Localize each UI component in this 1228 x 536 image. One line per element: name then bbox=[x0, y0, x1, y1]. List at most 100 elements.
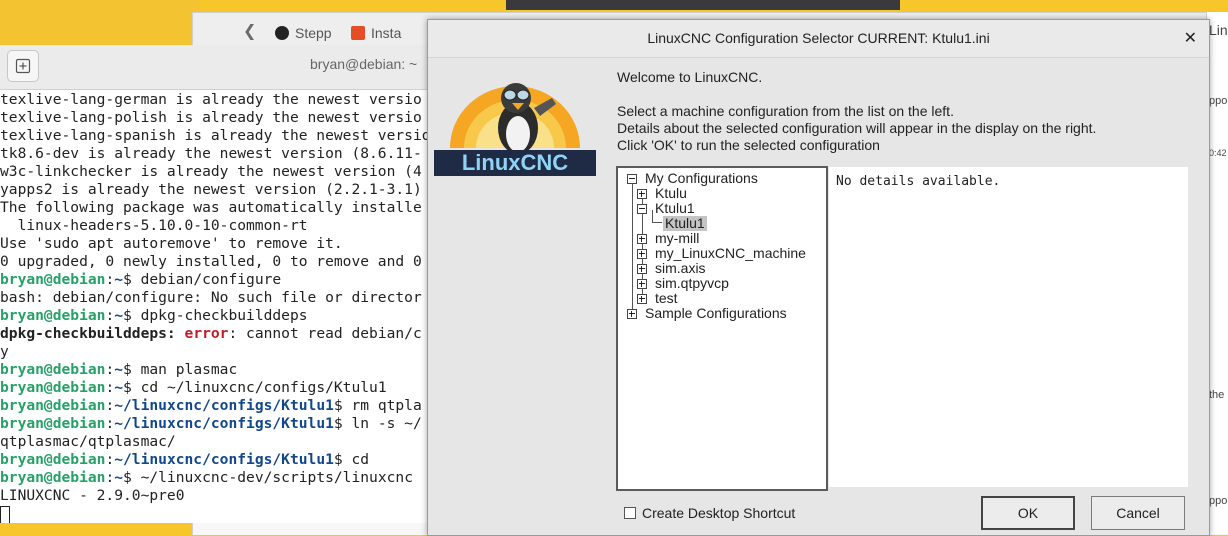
terminal-line: Use 'sudo apt autoremove' to remove it. bbox=[0, 235, 430, 253]
tree-item-my-linuxcnc-machine[interactable]: my_LinuxCNC_machine bbox=[655, 246, 806, 261]
tree-item-ktulu[interactable]: Ktulu bbox=[655, 186, 687, 201]
terminal-segment: w3c-linkchecker is already the newest ve… bbox=[0, 163, 422, 180]
browser-tab-stepp[interactable]: Stepp bbox=[275, 25, 332, 41]
terminal-segment: The following package was automatically … bbox=[0, 199, 422, 216]
expand-icon[interactable] bbox=[627, 309, 637, 319]
terminal-segment: ~/linuxcnc/configs/Ktulu1 bbox=[114, 415, 334, 432]
tree-root-my-configurations[interactable]: My Configurations bbox=[645, 171, 758, 186]
edge-text: ppor bbox=[1209, 95, 1228, 107]
expand-icon[interactable] bbox=[637, 249, 647, 259]
terminal-segment: : bbox=[105, 415, 115, 432]
edge-text: ppor bbox=[1209, 495, 1228, 507]
terminal-line: w3c-linkchecker is already the newest ve… bbox=[0, 163, 430, 181]
tree-item-ktulu1-ini-selected[interactable]: Ktulu1 bbox=[663, 216, 707, 231]
terminal-line: 0 upgraded, 0 newly installed, 0 to remo… bbox=[0, 253, 430, 271]
new-tab-icon bbox=[15, 58, 31, 74]
terminal-segment: qtplasmac/qtplasmac/ bbox=[0, 433, 176, 450]
terminal-segment: : bbox=[105, 469, 115, 486]
back-icon[interactable]: ❮ bbox=[243, 21, 256, 40]
terminal-segment: bash: debian/configure: No such file or … bbox=[0, 289, 422, 306]
terminal-segment: : bbox=[105, 397, 115, 414]
expand-icon[interactable] bbox=[637, 279, 647, 289]
terminal-line: bryan@debian:~$ debian/configure bbox=[0, 271, 430, 289]
terminal-line: bash: debian/configure: No such file or … bbox=[0, 289, 430, 307]
terminal-segment: ~ bbox=[114, 271, 124, 288]
terminal-segment: ~ bbox=[114, 379, 124, 396]
expand-icon[interactable] bbox=[637, 189, 647, 199]
terminal-segment: bryan@debian bbox=[0, 271, 106, 288]
desktop-shortcut-checkbox[interactable] bbox=[624, 507, 636, 519]
tree-connector bbox=[652, 210, 653, 222]
terminal-output[interactable]: texlive-lang-german is already the newes… bbox=[0, 91, 430, 523]
terminal-line: bryan@debian:~/linuxcnc/configs/Ktulu1$ … bbox=[0, 451, 430, 469]
terminal-segment: : bbox=[105, 271, 115, 288]
expand-icon[interactable] bbox=[637, 294, 647, 304]
desktop-shortcut-label: Create Desktop Shortcut bbox=[642, 505, 796, 521]
terminal-segment: $ debian/configure bbox=[123, 271, 282, 288]
expand-icon[interactable] bbox=[637, 264, 647, 274]
terminal-line: bryan@debian:~$ ~/linuxcnc-dev/scripts/l… bbox=[0, 469, 430, 487]
terminal-segment: $ cd bbox=[333, 451, 370, 468]
terminal-segment: Use 'sudo apt autoremove' to remove it. bbox=[0, 235, 343, 252]
tree-root-sample-configurations[interactable]: Sample Configurations bbox=[645, 306, 787, 321]
tree-item-sim-qtpyvcp[interactable]: sim.qtpyvcp bbox=[655, 276, 729, 291]
terminal-line: bryan@debian:~$ dpkg-checkbuilddeps bbox=[0, 307, 430, 325]
close-icon[interactable]: ✕ bbox=[1184, 28, 1197, 47]
linuxcnc-logo: LinuxCNC bbox=[434, 83, 596, 176]
instructions-text: Select a machine configuration from the … bbox=[617, 103, 1096, 154]
edge-text: Lin bbox=[1209, 22, 1228, 38]
tree-connector bbox=[632, 180, 633, 315]
cancel-button[interactable]: Cancel bbox=[1091, 496, 1185, 530]
logo-text: LinuxCNC bbox=[462, 150, 568, 175]
welcome-text: Welcome to LinuxCNC. bbox=[617, 69, 763, 85]
new-tab-button[interactable] bbox=[7, 50, 39, 82]
tree-item-sim-axis[interactable]: sim.axis bbox=[655, 261, 706, 276]
edge-text: the bbox=[1209, 389, 1225, 401]
tree-item-ktulu1[interactable]: Ktulu1 bbox=[655, 201, 695, 216]
terminal-line: texlive-lang-german is already the newes… bbox=[0, 91, 430, 109]
terminal-title: bryan@debian: ~ bbox=[310, 56, 418, 72]
terminal-line: y bbox=[0, 343, 430, 361]
terminal-segment: bryan@debian bbox=[0, 469, 106, 486]
terminal-segment: ~ bbox=[114, 307, 124, 324]
terminal-segment: tk8.6-dev is already the newest version … bbox=[0, 145, 422, 162]
terminal-segment: bryan@debian bbox=[0, 379, 106, 396]
terminal-segment bbox=[176, 325, 185, 342]
terminal-line: texlive-lang-spanish is already the newe… bbox=[0, 127, 430, 145]
tree-item-my-mill[interactable]: my-mill bbox=[655, 231, 699, 246]
details-panel: No details available. bbox=[829, 167, 1188, 487]
ok-button[interactable]: OK bbox=[981, 496, 1075, 530]
terminal-segment: linux-headers-5.10.0-10-common-rt bbox=[0, 217, 308, 234]
dialog-title: LinuxCNC Configuration Selector CURRENT:… bbox=[647, 30, 990, 46]
config-tree[interactable]: My Configurations Ktulu Ktulu1 Ktulu1 my… bbox=[616, 166, 828, 491]
collapse-icon[interactable] bbox=[637, 204, 647, 214]
terminal-segment: $ ~/linuxcnc-dev/scripts/linuxcnc bbox=[123, 469, 413, 486]
desktop-shortcut-option[interactable]: Create Desktop Shortcut bbox=[624, 505, 795, 521]
terminal-line: texlive-lang-polish is already the newes… bbox=[0, 109, 430, 127]
tab-label: Stepp bbox=[295, 25, 332, 41]
terminal-header: bryan@debian: ~ bbox=[0, 45, 430, 90]
terminal-line: dpkg-checkbuilddeps: error: cannot read … bbox=[0, 325, 430, 343]
terminal-line: qtplasmac/qtplasmac/ bbox=[0, 433, 430, 451]
terminal-window: bryan@debian: ~ texlive-lang-german is a… bbox=[0, 45, 431, 523]
expand-icon[interactable] bbox=[637, 234, 647, 244]
terminal-segment: ~/linuxcnc/configs/Ktulu1 bbox=[114, 451, 334, 468]
terminal-segment: bryan@debian bbox=[0, 307, 106, 324]
terminal-segment: $ cd ~/linuxcnc/configs/Ktulu1 bbox=[123, 379, 387, 396]
terminal-line: bryan@debian:~/linuxcnc/configs/Ktulu1$ … bbox=[0, 397, 430, 415]
terminal-segment: yapps2 is already the newest version (2.… bbox=[0, 181, 422, 198]
collapse-icon[interactable] bbox=[627, 174, 637, 184]
browser-tab-insta[interactable]: Insta bbox=[351, 25, 401, 41]
tree-item-test[interactable]: test bbox=[655, 291, 678, 306]
terminal-segment: $ rm qtpla bbox=[333, 397, 422, 414]
terminal-segment: bryan@debian bbox=[0, 397, 106, 414]
tab-favicon-icon bbox=[351, 26, 365, 40]
terminal-line: LINUXCNC - 2.9.0~pre0 bbox=[0, 487, 430, 505]
terminal-segment: : cannot read debian/c bbox=[228, 325, 422, 342]
tree-connector bbox=[652, 222, 662, 223]
terminal-segment: $ ln -s ~/ bbox=[333, 415, 422, 432]
terminal-segment: texlive-lang-polish is already the newes… bbox=[0, 109, 422, 126]
tab-favicon-icon bbox=[275, 26, 289, 40]
terminal-segment: ~ bbox=[114, 361, 124, 378]
terminal-segment: $ man plasmac bbox=[123, 361, 238, 378]
